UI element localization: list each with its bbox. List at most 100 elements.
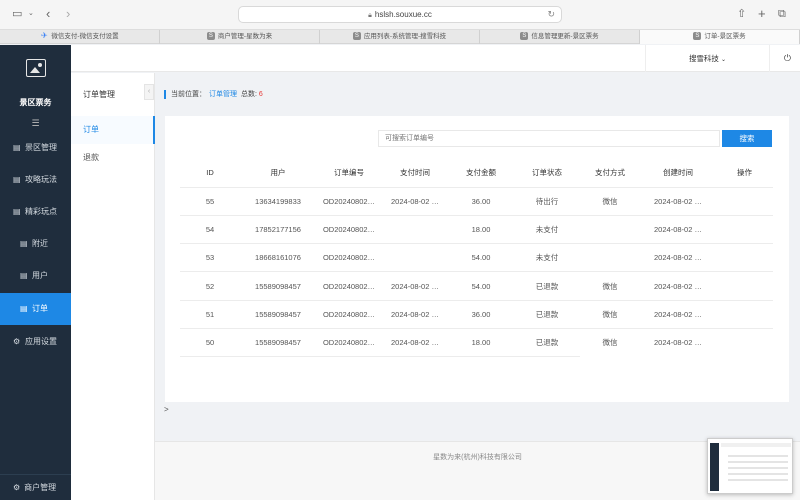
cell-amount: 18.00 xyxy=(448,215,514,245)
cell-order-no: OD20240802… xyxy=(316,271,382,301)
browser-tab[interactable]: S 商户管理-星数为来 xyxy=(160,30,320,44)
company-dropdown[interactable]: 搜雪科技 ⌄ xyxy=(645,45,770,72)
cell-pay-method: 微信 xyxy=(580,300,640,329)
cell-amount: 18.00 xyxy=(448,328,514,358)
chevron-right-icon[interactable]: > xyxy=(164,405,169,414)
sidebar: 景区票务 ☰ ▤ 景区管理 ▤ 攻略玩法 ▤ 精彩玩点 ▤ 附近 ▤ 用户 ▤ 订单 ⚙ 应用… xyxy=(0,45,71,500)
tab-strip: ✈ 微信支付-微信支付设置 S 商户管理-星数为来 S 应用列表-系统管理-搜雪科技 … xyxy=(0,30,800,44)
cell-status: 待出行 xyxy=(514,187,580,216)
chevron-left-icon[interactable]: ‹ xyxy=(144,84,154,100)
cell-order-no: OD20240802… xyxy=(316,328,382,358)
cell-actions xyxy=(716,215,773,245)
column-header: 创建时间 xyxy=(640,158,716,188)
chevron-down-icon[interactable]: ⌄ xyxy=(28,8,34,20)
gear-icon: ⚙ xyxy=(13,483,21,492)
document-icon: ▤ xyxy=(20,239,28,248)
breadcrumb: 当前位置： 订单管理 总数: 6 xyxy=(164,90,263,99)
cell-id: 53 xyxy=(180,243,240,273)
s-icon: S xyxy=(352,32,361,41)
chevron-down-icon: ⌄ xyxy=(721,57,727,63)
table-row: 52 15589098457 OD20240802… 2024-08-02 … … xyxy=(180,271,773,301)
sidebar-item-settings[interactable]: ⚙ 应用设置 xyxy=(0,326,71,358)
sidebar-item-orders[interactable]: ▤ 订单 xyxy=(0,293,71,325)
cell-actions xyxy=(716,187,773,216)
subnav-item-refunds[interactable]: 退款 xyxy=(71,144,155,172)
sidebar-item-merchant[interactable]: ⚙ 商户管理 xyxy=(0,474,71,500)
sidebar-item-guides[interactable]: ▤ 攻略玩法 xyxy=(0,164,71,196)
sub-navigation: 订单管理 订单 退款 xyxy=(71,73,155,500)
cell-pay-method xyxy=(580,243,640,273)
sidebar-item-scenic[interactable]: ▤ 景区管理 xyxy=(0,132,71,164)
cell-created: 2024-08-02 … xyxy=(640,215,716,245)
cell-id: 55 xyxy=(180,187,240,216)
cell-order-no: OD20240802… xyxy=(316,300,382,329)
search-input[interactable] xyxy=(378,130,720,147)
cell-pay-method: 微信 xyxy=(602,338,618,348)
column-header: 订单编号 xyxy=(316,158,382,188)
back-icon[interactable]: ‹ xyxy=(46,7,50,20)
new-tab-icon[interactable]: + xyxy=(758,7,766,20)
browser-tab[interactable]: S 应用列表-系统管理-搜雪科技 xyxy=(320,30,480,44)
sidebar-item-users[interactable]: ▤ 用户 xyxy=(0,260,71,292)
cell-pay-time xyxy=(382,215,448,245)
lock-icon: 🔒︎ xyxy=(368,12,372,19)
cell-order-no: OD20240802… xyxy=(316,215,382,245)
forward-icon[interactable]: › xyxy=(66,7,70,20)
logo-image-icon xyxy=(26,59,46,77)
top-bar: 搜雪科技 ⌄ ⏻ xyxy=(71,45,800,72)
cell-user: 15589098457 xyxy=(240,271,316,301)
table-row: 50 15589098457 OD20240802… 2024-08-02 … … xyxy=(180,328,773,358)
cell-amount: 54.00 xyxy=(448,243,514,273)
cell-pay-method: 微信 xyxy=(580,271,640,301)
cell-amount: 36.00 xyxy=(448,187,514,216)
cell-status: 已退款 xyxy=(514,271,580,301)
cell-user: 15589098457 xyxy=(240,300,316,329)
cell-pay-time: 2024-08-02 … xyxy=(382,187,448,216)
url-text: hslsh.souxue.cc xyxy=(374,10,432,19)
subnav-item-orders[interactable]: 订单 xyxy=(71,116,155,144)
sidebar-toggle-icon[interactable]: ▭ xyxy=(12,8,22,20)
breadcrumb-link[interactable]: 订单管理 xyxy=(209,91,237,98)
document-icon: ▤ xyxy=(13,207,21,216)
column-header: ID xyxy=(180,158,240,188)
cell-pay-method: 微信 xyxy=(580,187,640,216)
cell-amount: 54.00 xyxy=(448,271,514,301)
browser-toolbar: ▭ ⌄ ‹ › 🔒︎ hslsh.souxue.cc ↻ ⇧ + ⧉ xyxy=(0,0,800,30)
orders-table: ID 用户 订单编号 支付时间 支付金额 订单状态 支付方式 创建时间 操作 5… xyxy=(180,158,773,358)
cell-status: 已退款 xyxy=(514,300,580,329)
document-icon: ▤ xyxy=(20,271,28,280)
column-header: 支付方式 xyxy=(580,158,640,188)
browser-tab[interactable]: ✈ 微信支付-微信支付设置 xyxy=(0,30,160,44)
column-header: 支付金额 xyxy=(448,158,514,188)
cell-user: 13634199833 xyxy=(240,187,316,216)
window-thumbnail[interactable] xyxy=(707,438,793,494)
total-count: 6 xyxy=(258,91,263,98)
cell-pay-time xyxy=(382,243,448,273)
power-icon[interactable]: ⏻ xyxy=(784,53,791,64)
cell-status: 未支付 xyxy=(514,243,580,273)
document-icon: ▤ xyxy=(13,143,21,152)
table-row: 53 18668161076 OD20240802… 54.00 未支付 202… xyxy=(180,243,773,273)
orders-panel: 搜索 ID 用户 订单编号 支付时间 支付金额 订单状态 支付方式 创建时间 操… xyxy=(165,116,789,402)
search-button[interactable]: 搜索 xyxy=(722,130,772,147)
reload-icon[interactable]: ↻ xyxy=(547,7,555,22)
cell-actions xyxy=(716,328,773,356)
sidebar-item-highlights[interactable]: ▤ 精彩玩点 xyxy=(0,196,71,228)
browser-tab-active[interactable]: S 订单-景区票务 xyxy=(640,30,800,44)
tab-overview-icon[interactable]: ⧉ xyxy=(778,8,786,20)
subnav-title: 订单管理 xyxy=(83,90,115,99)
address-bar[interactable]: 🔒︎ hslsh.souxue.cc ↻ xyxy=(238,6,562,23)
column-header: 支付时间 xyxy=(382,158,448,188)
sidebar-item-nearby[interactable]: ▤ 附近 xyxy=(0,228,71,260)
share-icon[interactable]: ⇧ xyxy=(737,8,746,20)
cell-user: 18668161076 xyxy=(240,243,316,273)
cell-user: 15589098457 xyxy=(240,328,316,358)
column-header: 用户 xyxy=(240,158,316,188)
cell-order-no: OD20240802… xyxy=(316,187,382,216)
cell-pay-time: 2024-08-02 … xyxy=(382,328,448,358)
menu-collapse-icon[interactable]: ☰ xyxy=(0,118,71,129)
cell-actions xyxy=(716,243,773,273)
s-icon: S xyxy=(693,32,702,41)
document-icon: ▤ xyxy=(13,175,21,184)
browser-tab[interactable]: S 信息管理更新-景区票务 xyxy=(480,30,640,44)
